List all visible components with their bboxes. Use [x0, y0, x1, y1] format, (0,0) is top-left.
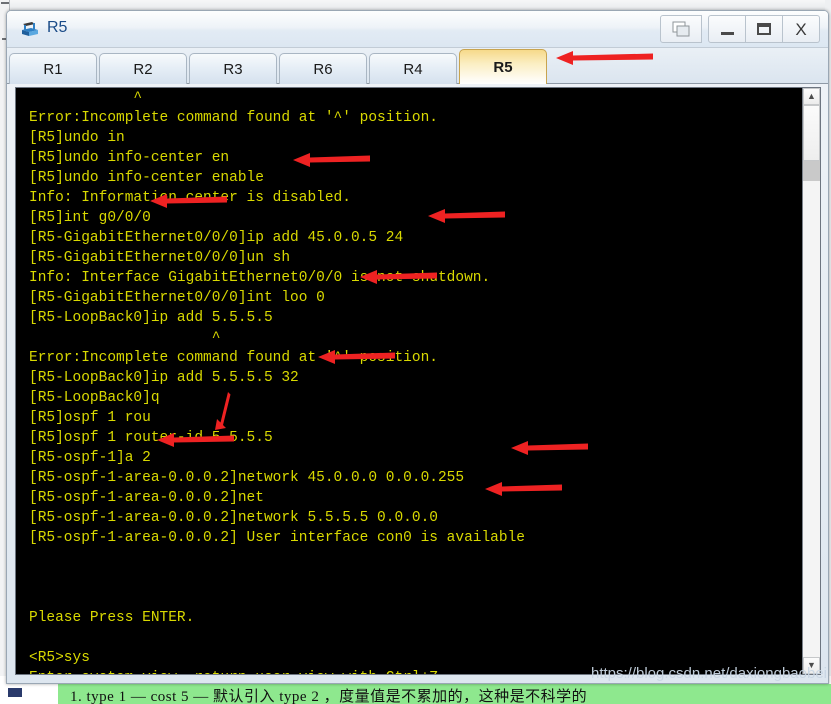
background-tick-1	[1, 2, 9, 4]
terminal-line: ^	[29, 330, 221, 346]
device-tab-label: R3	[223, 60, 243, 78]
device-tab-r5[interactable]: R5	[459, 49, 547, 84]
window-controls: X	[660, 15, 820, 43]
terminal-frame: ^ Error:Incomplete command found at '^' p…	[15, 87, 821, 675]
minimize-button[interactable]	[708, 15, 746, 43]
terminal-line: [R5-ospf-1-area-0.0.0.2]network 45.0.0.0…	[29, 470, 465, 486]
device-tabs: R1 R2 R3 R6 R4 R5	[9, 48, 828, 84]
device-tab-label: R2	[133, 60, 153, 78]
device-tab-r2[interactable]: R2	[99, 53, 187, 84]
device-tab-r3[interactable]: R3	[189, 53, 277, 84]
terminal-line: ^	[29, 90, 143, 106]
terminal-line: Info: Interface GigabitEthernet0/0/0 is …	[29, 270, 491, 286]
device-tab-label: R5	[493, 58, 513, 76]
terminal-line: <R5>sys	[29, 650, 90, 666]
ensp-console-window: R5 X R1 R2 R3 R6 R4 R5 ^ Error:Incomplet…	[6, 10, 829, 684]
window-title-bar[interactable]: R5 X	[7, 11, 828, 48]
router-icon	[19, 19, 41, 41]
terminal-line: [R5-LoopBack0]ip add 5.5.5.5 32	[29, 370, 299, 386]
scrollbar-track[interactable]	[803, 105, 820, 657]
scrollbar-lower-region[interactable]	[803, 161, 820, 181]
device-tab-r1[interactable]: R1	[9, 53, 97, 84]
terminal-line: [R5-GigabitEthernet0/0/0]int loo 0	[29, 290, 325, 306]
terminal-line: [R5]undo info-center enable	[29, 170, 264, 186]
terminal-line: Enter system view, return user view with…	[29, 668, 525, 674]
device-tab-label: R6	[313, 60, 333, 78]
terminal-scrollbar[interactable]: ▲ ▼	[802, 88, 820, 674]
terminal-line: [R5]undo in	[29, 130, 125, 146]
terminal-line: [R5]ospf 1 rou	[29, 410, 151, 426]
device-tab-r4[interactable]: R4	[369, 53, 457, 84]
terminal-line: [R5-ospf-1]a 2	[29, 450, 151, 466]
terminal-line: Please Press ENTER.	[29, 610, 195, 626]
terminal-line: [R5-ospf-1-area-0.0.0.2] User interface …	[29, 530, 525, 546]
terminal-line: Error:Incomplete command found at '^' po…	[29, 350, 438, 366]
terminal-line: [R5-ospf-1-area-0.0.0.2]network 5.5.5.5 …	[29, 510, 438, 526]
device-tab-r6[interactable]: R6	[279, 53, 367, 84]
scrollbar-thumb[interactable]	[803, 105, 820, 161]
screenshot-root: 1. type 1 — cost 5 — 默认引入 type 2 ，度量值是不累…	[0, 0, 831, 704]
terminal-console[interactable]: ^ Error:Incomplete command found at '^' p…	[16, 88, 802, 674]
terminal-line: [R5-GigabitEthernet0/0/0]ip add 45.0.0.5…	[29, 230, 404, 246]
terminal-line: [R5]undo info-center en	[29, 150, 230, 166]
terminal-line: [R5-GigabitEthernet0/0/0]un sh	[29, 250, 291, 266]
bottom-marker-square	[8, 688, 22, 697]
maximize-button[interactable]	[746, 15, 783, 43]
device-tab-label: R1	[43, 60, 63, 78]
terminal-line: [R5-LoopBack0]ip add 5.5.5.5	[29, 310, 273, 326]
terminal-line: Info: Information center is disabled.	[29, 190, 351, 206]
watermark: https://blog.csdn.net/daxiongbaobei	[590, 665, 827, 682]
terminal-line: [R5]ospf 1 router-id 5.5.5.5	[29, 430, 273, 446]
device-tab-bar: R1 R2 R3 R6 R4 R5	[7, 48, 828, 84]
device-tab-label: R4	[403, 60, 423, 78]
terminal-line: Error:Incomplete command found at '^' po…	[29, 110, 438, 126]
window-title: R5	[47, 19, 68, 36]
close-button[interactable]: X	[783, 15, 820, 43]
scroll-up-arrow-icon[interactable]: ▲	[803, 88, 820, 105]
maximize-icon	[757, 23, 771, 35]
terminal-output: ^ Error:Incomplete command found at '^' p…	[29, 88, 525, 674]
bottom-strip-text: 1. type 1 — cost 5 — 默认引入 type 2 ，度量值是不累…	[70, 689, 588, 704]
close-icon: X	[795, 19, 807, 39]
terminal-line: [R5-LoopBack0]q	[29, 390, 160, 406]
terminal-line: [R5]int g0/0/0	[29, 210, 151, 226]
restore-windows-button[interactable]	[660, 15, 702, 43]
minimize-icon	[720, 31, 734, 35]
terminal-line: [R5-ospf-1-area-0.0.0.2]net	[29, 490, 264, 506]
